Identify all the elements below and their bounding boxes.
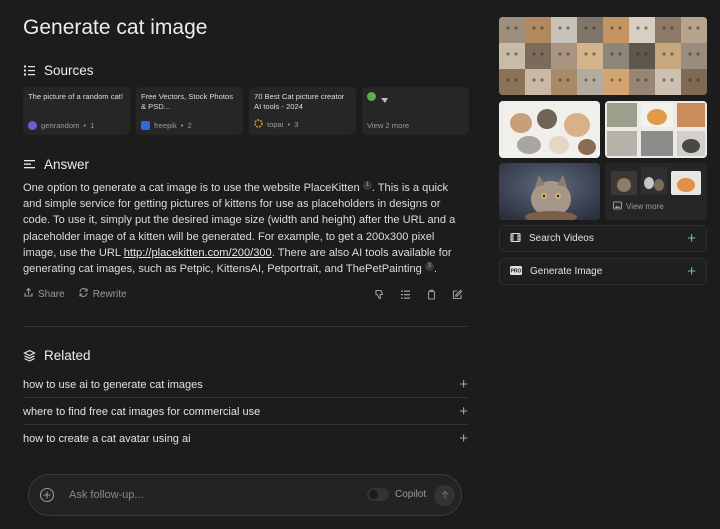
source-meta: genrandom • 1 — [28, 121, 125, 130]
answer-body: One option to generate a cat image is to… — [23, 181, 456, 276]
answer-actions: Share Rewrite — [23, 287, 463, 301]
copilot-toggle[interactable] — [367, 488, 389, 501]
citation-badge[interactable]: 3 — [424, 262, 434, 272]
send-button[interactable] — [434, 485, 455, 506]
followup-bar: Copilot — [28, 474, 462, 516]
cats-grid-image[interactable] — [605, 101, 707, 158]
source-domain: genrandom — [41, 121, 80, 130]
answer-heading: Answer — [23, 157, 89, 172]
sources-heading: Sources — [23, 63, 94, 78]
copilot-label: Copilot — [395, 489, 427, 500]
source-domain: freepik — [154, 121, 177, 130]
view-more-label: View more — [626, 202, 664, 211]
source-title: Free Vectors, Stock Photos & PSD... — [141, 92, 234, 111]
related-icon — [23, 349, 36, 362]
source-favicon-icon — [367, 92, 376, 101]
source-domain: topai — [267, 120, 284, 129]
source-number: 3 — [294, 120, 299, 129]
related-item[interactable]: where to find free cat images for commer… — [23, 403, 468, 420]
genrandom-favicon-icon — [28, 121, 37, 130]
attach-plus-icon[interactable] — [39, 487, 55, 508]
citation-badge[interactable]: 1 — [362, 181, 372, 191]
placekitten-link[interactable]: http://placekitten.com/200/300 — [124, 247, 272, 259]
source-card[interactable]: The picture of a random cat! genrandom •… — [23, 87, 130, 135]
plus-icon: + — [687, 230, 696, 247]
plus-icon: + — [459, 430, 468, 447]
kitten-image[interactable] — [499, 163, 600, 220]
source-meta: topai • 3 — [254, 119, 351, 130]
edit-icon[interactable] — [452, 289, 463, 300]
arrow-up-icon — [440, 487, 450, 505]
view-more-sources-label: View 2 more — [367, 121, 410, 130]
view-more-sources-button[interactable]: View 2 more — [362, 87, 469, 135]
source-card[interactable]: Free Vectors, Stock Photos & PSD... free… — [136, 87, 243, 135]
source-card[interactable]: 70 Best Cat picture creator AI tools - 2… — [249, 87, 356, 135]
source-title: The picture of a random cat! — [28, 92, 123, 101]
rewrite-icon — [78, 287, 89, 301]
video-icon — [510, 232, 521, 246]
search-videos-button[interactable]: Search Videos + — [499, 225, 707, 252]
svg-text:PRO: PRO — [511, 268, 522, 274]
answer-icon — [23, 158, 36, 171]
source-title: 70 Best Cat picture creator AI tools - 2… — [254, 92, 345, 111]
source-number: 1 — [90, 121, 95, 130]
sources-list: The picture of a random cat! genrandom •… — [23, 87, 469, 135]
section-divider — [23, 326, 468, 327]
thumbs-down-icon[interactable] — [374, 289, 385, 300]
plus-icon: + — [459, 403, 468, 420]
rewrite-button[interactable]: Rewrite — [78, 287, 127, 301]
related-divider — [23, 397, 468, 398]
source-number: 2 — [187, 121, 192, 130]
cat-collage-image[interactable] — [499, 17, 707, 95]
plus-icon: + — [459, 376, 468, 393]
related-heading: Related — [23, 348, 91, 363]
plus-icon: + — [687, 263, 696, 280]
image-icon — [613, 201, 622, 212]
sources-icon — [23, 64, 36, 77]
cats-white-image[interactable] — [499, 101, 600, 158]
related-item[interactable]: how to create a cat avatar using ai + — [23, 430, 468, 447]
answer-heading-label: Answer — [44, 157, 90, 172]
copy-icon[interactable] — [426, 289, 437, 300]
source-meta: freepik • 2 — [141, 121, 238, 130]
followup-input[interactable] — [67, 488, 331, 502]
pro-badge-icon: PRO — [510, 265, 522, 278]
topai-favicon-icon — [254, 119, 263, 130]
checklist-icon[interactable] — [400, 289, 411, 300]
freepik-favicon-icon — [141, 121, 150, 130]
sources-heading-label: Sources — [44, 63, 94, 78]
share-button[interactable]: Share — [23, 287, 65, 301]
share-icon — [23, 287, 34, 301]
source-favicon-icon — [380, 92, 389, 110]
related-heading-label: Related — [44, 348, 91, 363]
related-divider — [23, 424, 468, 425]
generate-image-button[interactable]: PRO Generate Image + — [499, 258, 707, 285]
related-item[interactable]: how to use ai to generate cat images + — [23, 376, 468, 393]
page-title: Generate cat image — [23, 16, 208, 39]
view-more-images-button[interactable]: View more — [605, 163, 707, 220]
